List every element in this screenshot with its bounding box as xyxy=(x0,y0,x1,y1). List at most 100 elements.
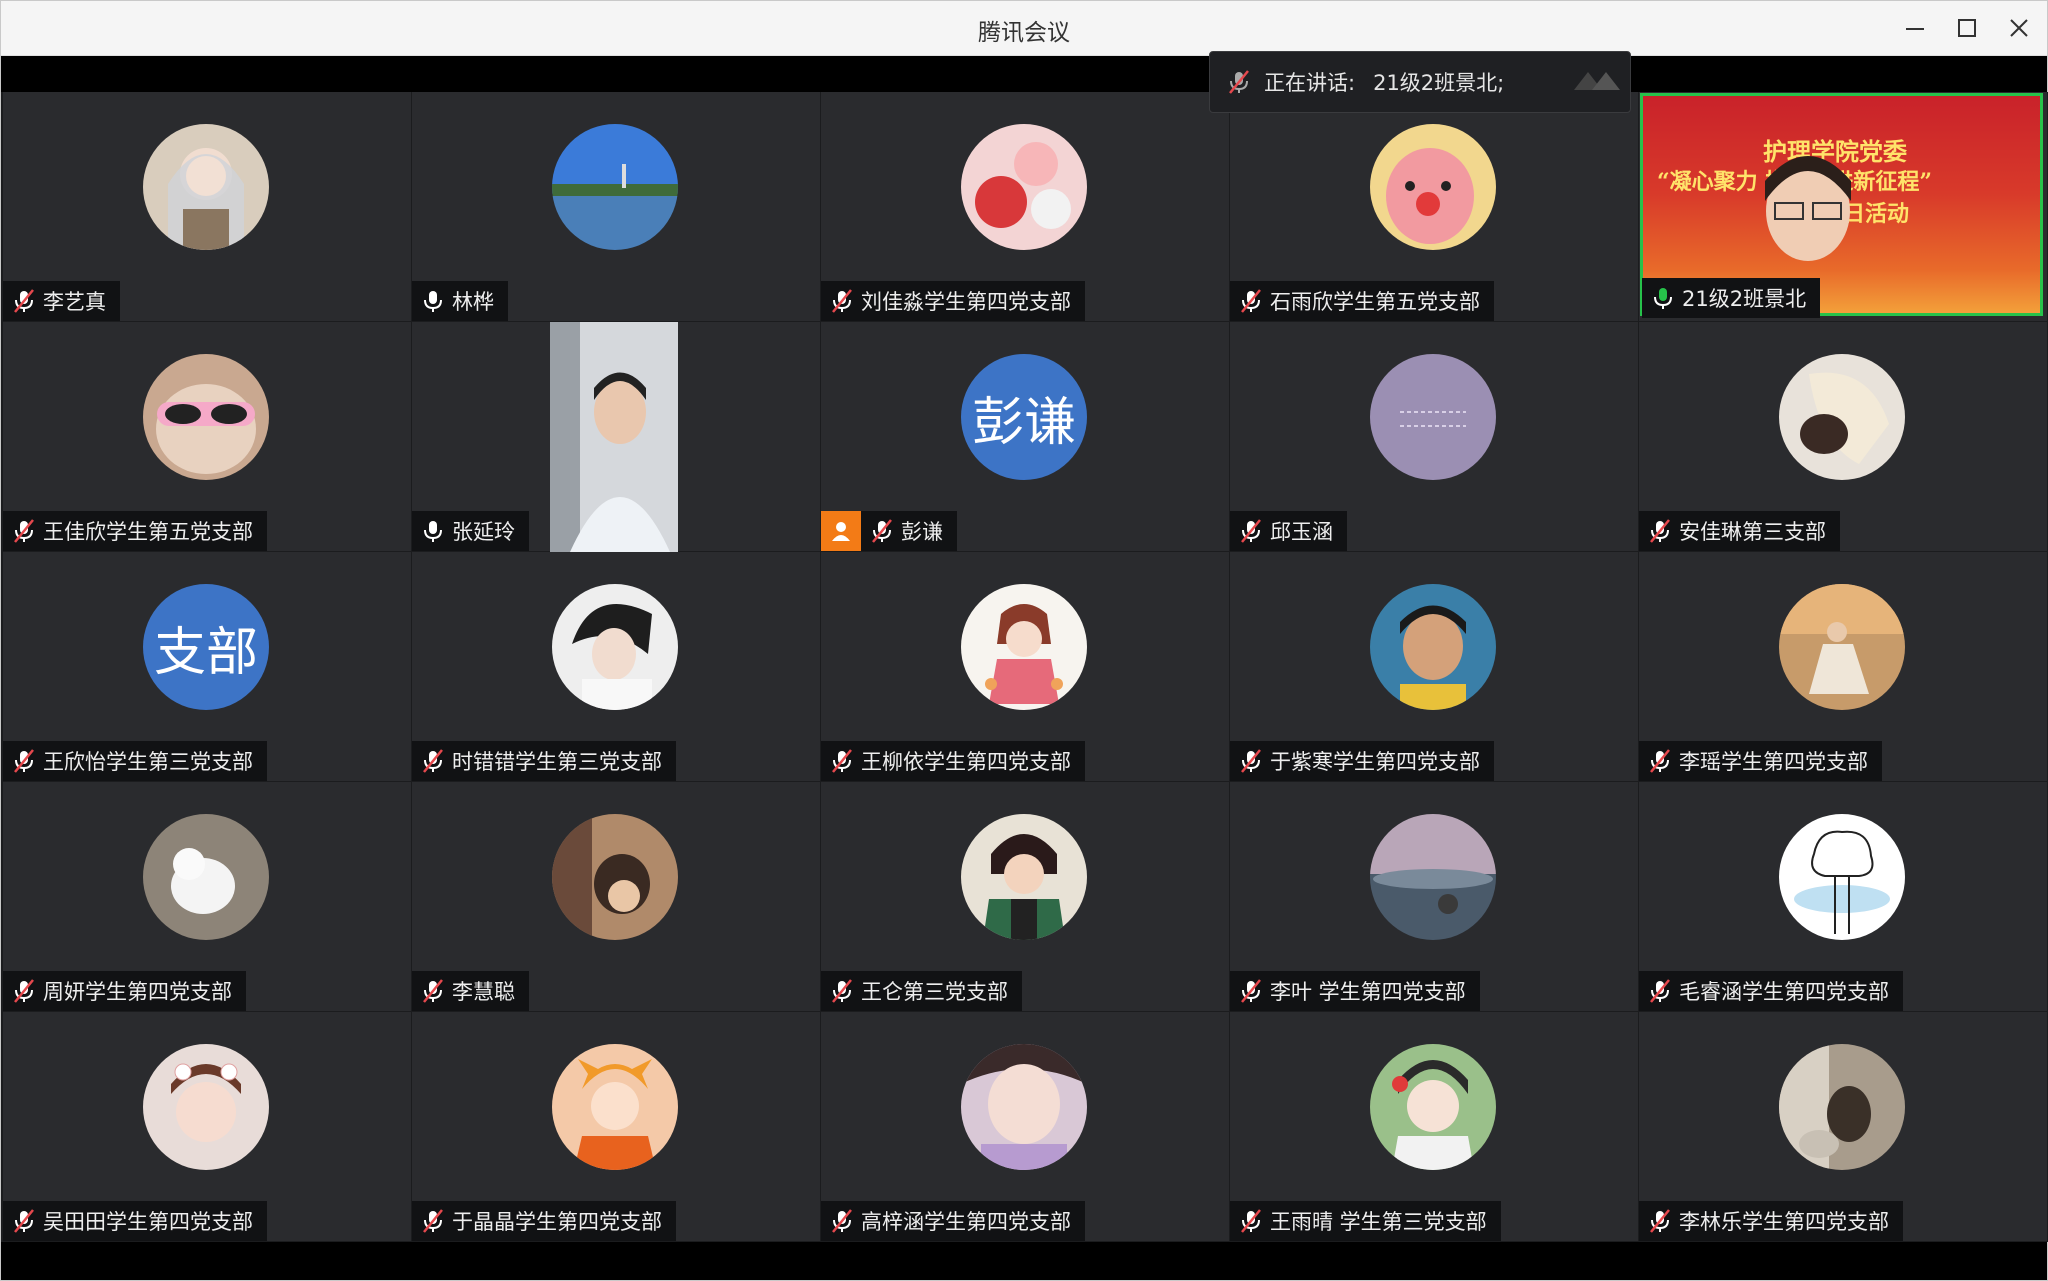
name-tag: 彭谦 xyxy=(821,511,957,551)
name-tag: 王欣怡学生第三党支部 xyxy=(3,741,267,781)
avatar xyxy=(1779,814,1905,940)
video-grid: 李艺真 林桦 刘佳淼学生第四党支部 石雨欣学生第五党支部 护理学院党委 “凝心聚… xyxy=(3,92,2048,1242)
top-bar xyxy=(1,56,2047,92)
avatar xyxy=(552,814,678,940)
participant-name: 时错错学生第三党支部 xyxy=(452,750,662,774)
expand-arrow-icon[interactable] xyxy=(1570,64,1626,100)
participant-name: 王佳欣学生第五党支部 xyxy=(43,520,253,544)
participant-tile[interactable]: 林桦 xyxy=(412,92,821,322)
close-icon xyxy=(2010,19,2028,37)
participant-tile[interactable]: 王佳欣学生第五党支部 xyxy=(3,322,412,552)
participant-tile[interactable]: 李慧聪 xyxy=(412,782,821,1012)
participant-tile[interactable]: 毛睿涵学生第四党支部 xyxy=(1639,782,2048,1012)
participant-tile[interactable]: 李林乐学生第四党支部 xyxy=(1639,1012,2048,1242)
participant-tile[interactable]: 于晶晶学生第四党支部 xyxy=(412,1012,821,1242)
participant-tile[interactable]: 时错错学生第三党支部 xyxy=(412,552,821,782)
participant-tile[interactable]: 彭谦 彭谦 xyxy=(821,322,1230,552)
participant-name: 李叶 学生第四党支部 xyxy=(1270,980,1466,1004)
participant-tile[interactable]: 李叶 学生第四党支部 xyxy=(1230,782,1639,1012)
participant-name: 于晶晶学生第四党支部 xyxy=(452,1210,662,1234)
mic-muted-icon xyxy=(872,519,892,543)
avatar-initials: 支部 xyxy=(143,584,269,710)
minimize-icon xyxy=(1906,28,1924,30)
avatar-initials: 彭谦 xyxy=(961,354,1087,480)
name-tag: 王佳欣学生第五党支部 xyxy=(3,511,267,551)
participant-tile[interactable]: 王仑第三党支部 xyxy=(821,782,1230,1012)
participant-tile[interactable]: 支部 王欣怡学生第三党支部 xyxy=(3,552,412,782)
avatar xyxy=(1370,354,1496,480)
participant-tile[interactable]: 张延玲 xyxy=(412,322,821,552)
minimize-button[interactable] xyxy=(1897,10,1933,46)
participant-tile[interactable]: 王柳依学生第四党支部 xyxy=(821,552,1230,782)
maximize-icon xyxy=(1958,19,1976,37)
participant-name: 李瑶学生第四党支部 xyxy=(1679,750,1868,774)
name-tag: 周妍学生第四党支部 xyxy=(3,971,246,1011)
participant-name: 安佳琳第三支部 xyxy=(1679,520,1826,544)
participant-tile[interactable]: 石雨欣学生第五党支部 xyxy=(1230,92,1639,322)
participant-tile[interactable]: 邱玉涵 xyxy=(1230,322,1639,552)
avatar xyxy=(961,1044,1087,1170)
mic-muted-icon xyxy=(1241,749,1261,773)
title-bar: 腾讯会议 xyxy=(1,1,2047,56)
avatar xyxy=(1370,124,1496,250)
avatar xyxy=(1370,814,1496,940)
name-tag: 李叶 学生第四党支部 xyxy=(1230,971,1480,1011)
participant-name: 于紫寒学生第四党支部 xyxy=(1270,750,1480,774)
mic-muted-icon xyxy=(1241,1209,1261,1233)
name-tag: 石雨欣学生第五党支部 xyxy=(1230,281,1494,321)
participant-name: 王雨晴 学生第三党支部 xyxy=(1270,1210,1487,1234)
avatar xyxy=(1370,584,1496,710)
name-tag: 林桦 xyxy=(412,281,508,321)
mic-muted-icon xyxy=(1650,1209,1670,1233)
mic-muted-icon xyxy=(14,1209,34,1233)
name-tag: 王仑第三党支部 xyxy=(821,971,1022,1011)
participant-name: 林桦 xyxy=(452,290,494,314)
participant-name: 彭谦 xyxy=(901,520,943,544)
participant-tile[interactable]: 李艺真 xyxy=(3,92,412,322)
participant-name: 王欣怡学生第三党支部 xyxy=(43,750,253,774)
participant-tile[interactable]: 安佳琳第三支部 xyxy=(1639,322,2048,552)
close-button[interactable] xyxy=(2001,10,2037,46)
name-tag: 王雨晴 学生第三党支部 xyxy=(1230,1201,1501,1241)
mic-muted-icon xyxy=(832,1209,852,1233)
participant-tile[interactable]: 周妍学生第四党支部 xyxy=(3,782,412,1012)
name-tag: 邱玉涵 xyxy=(1230,511,1347,551)
avatar xyxy=(143,354,269,480)
participant-name: 邱玉涵 xyxy=(1270,520,1333,544)
participant-tile[interactable]: 吴田田学生第四党支部 xyxy=(3,1012,412,1242)
avatar xyxy=(961,124,1087,250)
participant-name: 吴田田学生第四党支部 xyxy=(43,1210,253,1234)
avatar xyxy=(1370,1044,1496,1170)
participant-name: 李林乐学生第四党支部 xyxy=(1679,1210,1889,1234)
mic-muted-icon xyxy=(14,289,34,313)
mic-muted-icon xyxy=(14,519,34,543)
participant-tile[interactable]: 于紫寒学生第四党支部 xyxy=(1230,552,1639,782)
avatar xyxy=(552,124,678,250)
window-title: 腾讯会议 xyxy=(978,20,1070,46)
mic-muted-icon xyxy=(1650,979,1670,1003)
name-tag: 高梓涵学生第四党支部 xyxy=(821,1201,1085,1241)
avatar xyxy=(1779,584,1905,710)
participant-name: 李艺真 xyxy=(43,290,106,314)
speaking-text: 正在讲话: 21级2班景北; xyxy=(1264,67,1504,97)
name-tag: 于晶晶学生第四党支部 xyxy=(412,1201,676,1241)
maximize-button[interactable] xyxy=(1949,10,1985,46)
name-tag: 张延玲 xyxy=(412,511,529,551)
participant-name: 石雨欣学生第五党支部 xyxy=(1270,290,1480,314)
avatar xyxy=(552,1044,678,1170)
mic-muted-icon xyxy=(832,749,852,773)
name-tag: 王柳依学生第四党支部 xyxy=(821,741,1085,781)
participant-tile[interactable]: 李瑶学生第四党支部 xyxy=(1639,552,2048,782)
participant-name: 周妍学生第四党支部 xyxy=(43,980,232,1004)
name-tag: 于紫寒学生第四党支部 xyxy=(1230,741,1494,781)
participant-tile[interactable]: 高梓涵学生第四党支部 xyxy=(821,1012,1230,1242)
participant-tile[interactable]: 王雨晴 学生第三党支部 xyxy=(1230,1012,1639,1242)
avatar xyxy=(143,814,269,940)
mic-muted-icon xyxy=(423,979,443,1003)
mic-muted-icon xyxy=(1650,749,1670,773)
participant-tile[interactable]: 刘佳淼学生第四党支部 xyxy=(821,92,1230,322)
mic-muted-icon xyxy=(1241,519,1261,543)
participant-name: 王柳依学生第四党支部 xyxy=(861,750,1071,774)
participant-tile-active-speaker[interactable]: 护理学院党委 “凝心聚力 携手奋进新征程” 日活动 21级2班景北 xyxy=(1639,92,2048,322)
meeting-window: 腾讯会议 李艺真 林桦 刘佳淼学生第四党支部 石雨欣学生第五党支部 护理学院党委… xyxy=(0,0,2048,1281)
